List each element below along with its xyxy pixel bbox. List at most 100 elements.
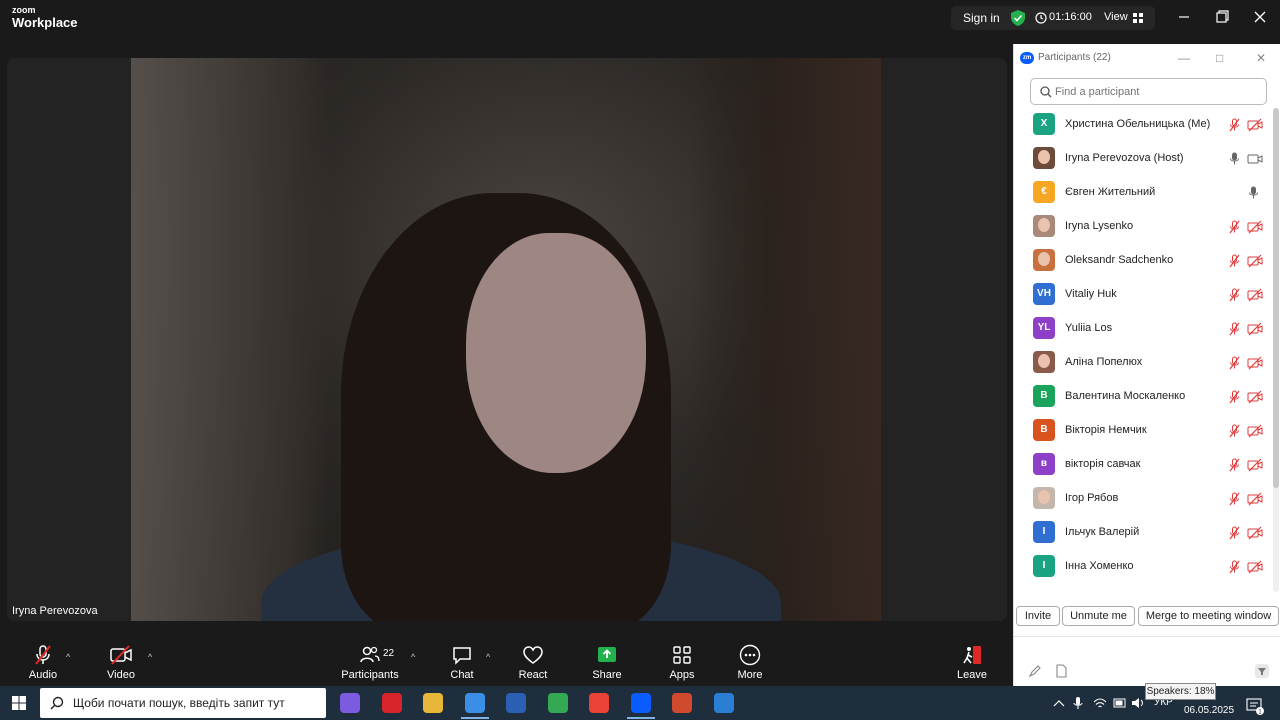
taskbar-app-draw-icon[interactable] [714, 693, 734, 713]
panel-maximize-icon[interactable]: □ [1216, 51, 1223, 65]
participant-avatar: € [1033, 181, 1055, 203]
taskbar-app-chrome-icon[interactable] [548, 693, 568, 713]
participant-row[interactable]: В Валентина Москаленко [1014, 380, 1276, 414]
grid-icon[interactable] [1133, 13, 1143, 23]
participant-row[interactable]: YL Yuliia Los [1014, 312, 1276, 346]
leave-button[interactable]: Leave [942, 644, 1002, 686]
panel-footer-divider [1014, 636, 1280, 637]
windows-start-icon[interactable] [12, 696, 26, 710]
chat-options-caret[interactable]: ^ [486, 652, 490, 662]
video-label: Video [107, 669, 135, 681]
shield-icon[interactable] [1011, 10, 1025, 26]
taskbar-app-copilot-icon[interactable] [340, 693, 360, 713]
mic-muted-icon [1229, 390, 1240, 404]
participant-camera-status [1247, 356, 1263, 375]
share-button[interactable]: Share [577, 644, 637, 686]
more-button[interactable]: More [720, 644, 780, 686]
mic-muted-icon [1229, 118, 1240, 132]
chat-button[interactable]: Chat [432, 644, 492, 686]
speaker-icon[interactable] [1131, 697, 1145, 709]
edit-icon[interactable] [1028, 664, 1042, 678]
participant-row[interactable]: Oleksandr Sadchenko [1014, 244, 1276, 278]
close-icon[interactable] [1252, 9, 1268, 25]
zoom-logo: zoom Workplace [12, 6, 78, 30]
document-icon[interactable] [1054, 664, 1068, 678]
participant-row[interactable]: € Євген Жительний [1014, 176, 1276, 210]
participant-row[interactable]: VH Vitaliy Huk [1014, 278, 1276, 312]
notification-icon[interactable]: 1 [1246, 697, 1264, 715]
camera-off-icon [1247, 118, 1263, 132]
participant-row[interactable]: Х Христина Обельницька (Me) [1014, 108, 1276, 142]
panel-close-icon[interactable]: ✕ [1256, 51, 1266, 65]
participant-row[interactable]: Iryna Perevozova (Host) [1014, 142, 1276, 176]
view-button[interactable]: View [1104, 11, 1128, 23]
participant-row[interactable]: Аліна Попелюх [1014, 346, 1276, 380]
audio-button[interactable]: Audio [13, 644, 73, 686]
taskbar-app-file-explorer-icon[interactable] [423, 693, 443, 713]
logo-line2: Workplace [12, 15, 78, 30]
mic-muted-icon [1229, 458, 1240, 472]
merge-to-meeting-window-button[interactable]: Merge to meeting window [1138, 606, 1279, 626]
taskbar-app-browser-icon[interactable] [461, 693, 489, 719]
participant-camera-status [1247, 118, 1263, 137]
participants-panel-header: zm Participants (22) — □ ✕ [1014, 44, 1280, 72]
taskbar-date[interactable]: 06.05.2025 [1184, 705, 1234, 716]
more-icon [739, 644, 761, 666]
participants-count: 22 [383, 648, 395, 659]
participants-panel: zm Participants (22) — □ ✕ Х Христина Обе… [1013, 44, 1280, 686]
participant-row[interactable]: І Інна Хоменко [1014, 550, 1276, 584]
participants-options-caret[interactable]: ^ [411, 652, 415, 662]
wifi-icon[interactable] [1093, 697, 1107, 709]
heart-icon [523, 646, 543, 664]
clock-icon [1035, 12, 1047, 24]
mic-muted-icon [1229, 560, 1240, 574]
filter-icon[interactable] [1255, 664, 1269, 678]
taskbar-search[interactable]: Щоби почати пошук, введіть запит тут [40, 688, 326, 718]
participant-mic-status [1228, 424, 1241, 443]
taskbar-app-word-icon[interactable] [506, 693, 526, 713]
unmute-me-button[interactable]: Unmute me [1062, 606, 1135, 626]
camera-off-icon [1247, 560, 1263, 574]
taskbar-app-media-icon[interactable] [672, 693, 692, 713]
panel-minimize-icon[interactable]: — [1178, 51, 1190, 65]
search-input[interactable] [1055, 83, 1255, 101]
taskbar-app-zoom-icon[interactable] [627, 693, 655, 719]
taskbar-app-opera-icon[interactable] [382, 693, 402, 713]
participant-mic-status [1228, 458, 1241, 477]
participant-mic-status [1228, 526, 1241, 545]
sign-in-button[interactable]: Sign in [963, 11, 1000, 25]
participants-panel-title: Participants (22) [1038, 52, 1111, 63]
participant-row[interactable]: В Вікторія Немчик [1014, 414, 1276, 448]
speaker-video [131, 58, 881, 621]
tray-chevron-up-icon[interactable] [1053, 698, 1065, 708]
participant-mic-status [1228, 118, 1241, 137]
participant-row[interactable]: в вікторія савчак [1014, 448, 1276, 482]
video-button[interactable]: Video [91, 644, 151, 686]
mic-icon [1249, 186, 1258, 199]
react-button[interactable]: React [503, 644, 563, 686]
tray-mic-icon[interactable] [1073, 696, 1083, 710]
audio-options-caret[interactable]: ^ [66, 652, 70, 662]
participants-list: Х Христина Обельницька (Me) Iryna Perevozo… [1014, 108, 1276, 592]
participant-row[interactable]: Iryna Lysenko [1014, 210, 1276, 244]
invite-button[interactable]: Invite [1016, 606, 1060, 626]
apps-button[interactable]: Apps [652, 644, 712, 686]
minimize-icon[interactable] [1176, 9, 1192, 25]
participant-mic-status [1228, 322, 1241, 341]
maximize-icon[interactable] [1214, 9, 1230, 25]
participant-row[interactable]: І Ільчук Валерій [1014, 516, 1276, 550]
participant-camera-status [1247, 254, 1263, 273]
battery-icon[interactable] [1113, 698, 1127, 708]
participant-camera-status [1247, 458, 1263, 477]
mic-muted-icon [1229, 492, 1240, 506]
leave-icon [963, 646, 981, 664]
video-options-caret[interactable]: ^ [148, 652, 152, 662]
camera-off-icon [1247, 492, 1263, 506]
search-icon [1040, 86, 1052, 98]
mic-muted-icon [35, 645, 51, 665]
speaker-name-label: Iryna Perevozova [12, 605, 98, 617]
participant-search[interactable] [1030, 78, 1267, 105]
taskbar-app-chrome-2-icon[interactable] [589, 693, 609, 713]
participants-scrollbar[interactable] [1273, 108, 1279, 488]
participant-row[interactable]: Ігор Рябов [1014, 482, 1276, 516]
